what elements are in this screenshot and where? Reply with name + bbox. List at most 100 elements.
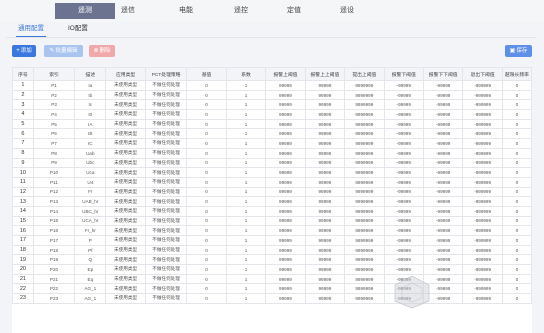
table-cell[interactable]: 未使用类型 <box>105 225 146 236</box>
table-cell[interactable]: -999999 <box>462 244 503 256</box>
table-cell[interactable]: 1 <box>225 109 267 120</box>
table-cell[interactable]: 未使用类型 <box>105 99 146 111</box>
table-cell[interactable]: -99999 <box>422 118 464 130</box>
table-cell[interactable]: 0 <box>186 138 227 149</box>
table-cell[interactable]: 0 <box>186 89 227 101</box>
table-cell[interactable]: 99999 <box>265 89 306 101</box>
table-cell[interactable]: -99999 <box>422 186 464 198</box>
table-cell[interactable]: 不做任何处理 <box>144 157 188 169</box>
table-cell[interactable]: 0 <box>186 205 227 217</box>
table-cell[interactable]: 0 <box>186 283 227 295</box>
table-cell[interactable]: 99999 <box>304 118 346 130</box>
table-cell[interactable]: 1 <box>225 89 267 101</box>
table-cell[interactable]: 0 <box>186 215 227 227</box>
table-cell[interactable]: 0 <box>501 293 532 304</box>
table-cell[interactable]: 9999999 <box>344 109 385 120</box>
table-row[interactable]: 1 P1 Ia 未使用类型 不做任何处理 0 1 99999 99999 9999999 -9999… <box>12 80 532 91</box>
table-cell[interactable]: 23 <box>12 293 34 304</box>
table-cell[interactable]: -99999 <box>422 147 464 159</box>
table-cell[interactable]: P9 <box>32 157 76 169</box>
table-cell[interactable]: 未使用类型 <box>105 215 146 227</box>
subtab-general-config[interactable]: 通用配置 <box>16 24 46 37</box>
table-cell[interactable]: 9999999 <box>344 118 385 130</box>
table-cell[interactable]: 21 <box>12 273 34 285</box>
table-cell[interactable]: 1 <box>225 138 267 149</box>
table-cell[interactable]: 0 <box>186 167 227 178</box>
table-row[interactable]: 22 P22 AG_1 未使用类型 不做任何处理 0 1 99999 99999 9999999-… <box>12 283 532 295</box>
table-cell[interactable]: 9999999 <box>344 176 385 188</box>
table-cell[interactable]: 99999 <box>304 99 346 111</box>
table-cell[interactable]: 0 <box>501 167 532 178</box>
table-row[interactable]: 23 P23 AG_1 未使用类型 不做任何处理 0 1 99999 99999 9999999-… <box>12 293 532 304</box>
table-cell[interactable]: 99999 <box>304 89 346 101</box>
table-cell[interactable]: 0 <box>186 186 227 198</box>
table-cell[interactable]: -99999 <box>383 215 424 227</box>
table-cell[interactable]: 0 <box>186 293 227 304</box>
table-cell[interactable]: -999999 <box>462 196 503 207</box>
table-cell[interactable]: 0 <box>501 205 532 217</box>
table-cell[interactable]: -99999 <box>383 264 424 275</box>
table-cell[interactable]: 不做任何处理 <box>144 196 188 207</box>
table-cell[interactable]: -999999 <box>462 147 503 159</box>
table-cell[interactable]: -99999 <box>383 205 424 217</box>
table-cell[interactable]: -99999 <box>422 196 464 207</box>
table-cell[interactable]: -99999 <box>422 80 464 91</box>
table-cell[interactable]: 99999 <box>304 147 346 159</box>
table-cell[interactable]: Ep <box>74 264 107 275</box>
tab-telecontrol[interactable]: 遥控 <box>211 3 271 19</box>
table-cell[interactable]: -999999 <box>462 157 503 169</box>
table-cell[interactable]: 99999 <box>304 138 346 149</box>
table-cell[interactable]: 1 <box>225 80 267 91</box>
table-cell[interactable]: -99999 <box>383 99 424 111</box>
table-cell[interactable]: 18 <box>12 244 34 256</box>
table-cell[interactable]: P10 <box>32 167 76 178</box>
table-cell[interactable]: 0 <box>186 147 227 159</box>
table-cell[interactable]: 9999999 <box>344 128 385 140</box>
table-cell[interactable]: 0 <box>501 244 532 256</box>
table-cell[interactable]: 未使用类型 <box>105 176 146 188</box>
table-cell[interactable]: P7 <box>32 138 76 149</box>
table-cell[interactable]: -99999 <box>422 205 464 217</box>
table-cell[interactable]: P6 <box>32 128 76 140</box>
table-cell[interactable]: P4 <box>32 109 76 120</box>
table-cell[interactable]: 0 <box>501 235 532 246</box>
table-cell[interactable]: 99999 <box>265 254 306 266</box>
table-cell[interactable]: -99999 <box>383 244 424 256</box>
table-cell[interactable]: 未使用类型 <box>105 273 146 285</box>
table-cell[interactable]: -999999 <box>462 118 503 130</box>
table-cell[interactable]: U4 <box>74 176 107 188</box>
table-cell[interactable]: 0 <box>186 273 227 285</box>
add-button[interactable]: +添加 <box>12 45 36 57</box>
table-row[interactable]: 17 P17 P 未使用类型 不做任何处理 0 1 99999 99999 9999999 -999… <box>12 235 532 246</box>
table-cell[interactable]: P8 <box>32 147 76 159</box>
table-cell[interactable]: 9999999 <box>344 254 385 266</box>
table-cell[interactable]: UBC_hr <box>74 205 107 217</box>
table-cell[interactable]: 99999 <box>304 283 346 295</box>
table-cell[interactable]: AG_1 <box>74 293 107 304</box>
table-cell[interactable]: 9999999 <box>344 89 385 101</box>
table-cell[interactable]: -99999 <box>422 254 464 266</box>
table-cell[interactable]: 1 <box>225 118 267 130</box>
table-row[interactable]: 12 P12 Fr 未使用类型 不做任何处理 0 1 99999 99999 9999999 -99… <box>12 186 532 198</box>
table-cell[interactable]: 1 <box>225 205 267 217</box>
table-cell[interactable]: 10 <box>12 167 34 178</box>
table-cell[interactable]: 99999 <box>304 235 346 246</box>
table-cell[interactable]: 0 <box>186 176 227 188</box>
table-cell[interactable]: -99999 <box>422 109 464 120</box>
table-cell[interactable]: 0 <box>501 215 532 227</box>
table-cell[interactable]: 14 <box>12 205 34 217</box>
table-cell[interactable]: -999999 <box>462 138 503 149</box>
table-cell[interactable]: P14 <box>32 205 76 217</box>
table-cell[interactable]: 99999 <box>265 196 306 207</box>
table-cell[interactable]: -999999 <box>462 215 503 227</box>
table-cell[interactable]: 1 <box>225 244 267 256</box>
table-cell[interactable]: -999999 <box>462 264 503 275</box>
table-cell[interactable]: 99999 <box>265 157 306 169</box>
table-cell[interactable]: -999999 <box>462 273 503 285</box>
table-cell[interactable]: 0 <box>186 99 227 111</box>
table-cell[interactable]: 15 <box>12 215 34 227</box>
table-row[interactable]: 5 P5 IA 未使用类型 不做任何处理 0 1 99999 99999 9999999 -9999… <box>12 118 532 130</box>
table-cell[interactable]: Uab <box>74 147 107 159</box>
table-row[interactable]: 19 P19 Q 未使用类型 不做任何处理 0 1 99999 99999 9999999 -999… <box>12 254 532 266</box>
table-cell[interactable]: 0 <box>186 244 227 256</box>
